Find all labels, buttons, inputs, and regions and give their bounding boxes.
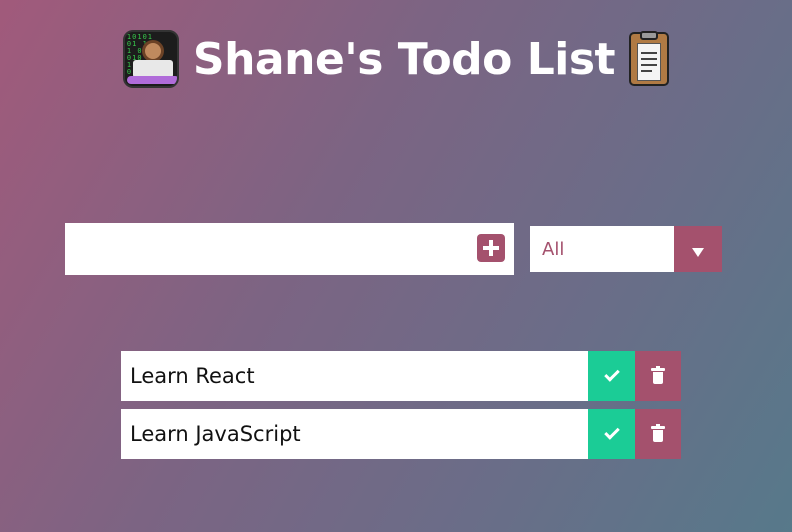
todo-item: Learn React [121, 351, 681, 401]
trash-icon [651, 366, 665, 384]
complete-button[interactable] [588, 409, 635, 459]
check-icon [603, 424, 620, 440]
page-title: Shane's Todo List [192, 33, 616, 85]
filter-dropdown-button[interactable] [674, 226, 722, 272]
delete-button[interactable] [635, 409, 681, 459]
delete-button[interactable] [635, 351, 681, 401]
filter-select[interactable]: All [530, 226, 722, 272]
check-icon [603, 366, 620, 382]
plus-square-icon [483, 240, 499, 256]
clipboard-emoji-icon [629, 31, 670, 86]
add-todo-button[interactable] [477, 234, 505, 262]
todo-item: Learn JavaScript [121, 409, 681, 459]
technologist-emoji-icon: 1010101 101 011010 111 010101 [122, 30, 179, 88]
page-header: 1010101 101 011010 111 010101 Shane's To… [0, 30, 792, 88]
todo-text: Learn JavaScript [121, 409, 588, 459]
todo-text: Learn React [121, 351, 588, 401]
caret-down-icon [692, 247, 704, 257]
trash-icon [651, 424, 665, 442]
complete-button[interactable] [588, 351, 635, 401]
todo-list: Learn React Learn JavaScript [121, 351, 681, 467]
todo-input[interactable] [65, 223, 514, 275]
filter-selected-value: All [542, 238, 565, 260]
